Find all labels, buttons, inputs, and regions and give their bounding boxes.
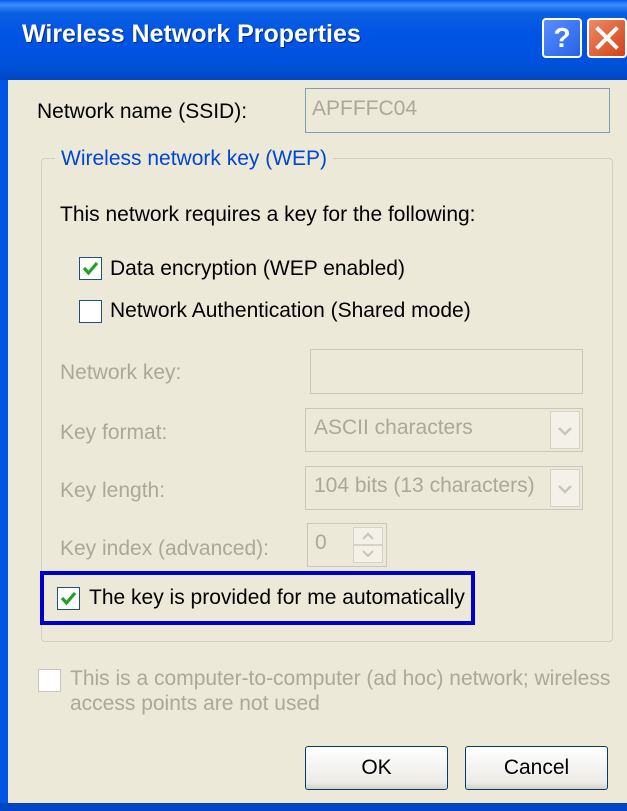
auto-key-checkbox[interactable]	[57, 587, 80, 610]
checkmark-icon	[82, 261, 99, 276]
cancel-button[interactable]: Cancel	[465, 746, 608, 790]
checkmark-icon	[60, 591, 77, 606]
key-format-dropdown-button[interactable]	[550, 411, 580, 449]
requires-key-text: This network requires a key for the foll…	[60, 203, 476, 226]
network-key-field[interactable]	[310, 349, 583, 394]
key-length-label: Key length:	[60, 479, 166, 502]
dialog-window: Wireless Network Properties ? Network na…	[0, 0, 627, 811]
data-encryption-checkbox[interactable]	[79, 257, 102, 280]
auto-key-label[interactable]: The key is provided for me automatically	[89, 586, 465, 610]
chevron-up-icon	[362, 532, 374, 540]
chevron-down-icon	[558, 485, 572, 494]
help-icon: ?	[553, 22, 571, 53]
key-format-dropdown[interactable]: ASCII characters	[305, 408, 583, 452]
data-encryption-label[interactable]: Data encryption (WEP enabled)	[110, 257, 405, 281]
close-button[interactable]	[587, 18, 627, 58]
chevron-down-icon	[362, 550, 374, 558]
network-key-label: Network key:	[60, 361, 182, 384]
key-index-spinner[interactable]: 0	[307, 523, 387, 567]
dialog-title: Wireless Network Properties	[22, 20, 361, 48]
key-index-label: Key index (advanced):	[60, 537, 269, 560]
key-length-dropdown[interactable]: 104 bits (13 characters)	[305, 466, 583, 510]
title-bar[interactable]: Wireless Network Properties ?	[0, 0, 627, 80]
key-index-value: 0	[315, 531, 327, 554]
network-auth-label[interactable]: Network Authentication (Shared mode)	[110, 299, 471, 323]
adhoc-label-line1: This is a computer-to-computer (ad hoc) …	[70, 667, 611, 690]
window-frame-bottom	[0, 803, 627, 811]
spin-up-button[interactable]	[353, 527, 383, 545]
wep-groupbox	[41, 158, 613, 642]
adhoc-checkbox[interactable]	[38, 669, 61, 692]
window-frame-left	[0, 80, 8, 811]
close-icon	[595, 26, 619, 50]
network-auth-checkbox[interactable]	[79, 300, 102, 323]
key-format-label: Key format:	[60, 421, 168, 444]
help-button[interactable]: ?	[542, 18, 582, 58]
key-length-dropdown-button[interactable]	[550, 469, 580, 507]
key-format-value: ASCII characters	[314, 416, 473, 439]
spin-down-button[interactable]	[353, 545, 383, 563]
adhoc-label-line2: access points are not used	[70, 692, 320, 715]
wep-group-title: Wireless network key (WEP)	[55, 147, 334, 171]
key-length-value: 104 bits (13 characters)	[314, 474, 535, 497]
ok-button[interactable]: OK	[305, 746, 448, 790]
chevron-down-icon	[558, 427, 572, 436]
ssid-label: Network name (SSID):	[37, 100, 248, 123]
ssid-field[interactable]: APFFFC04	[305, 88, 610, 133]
